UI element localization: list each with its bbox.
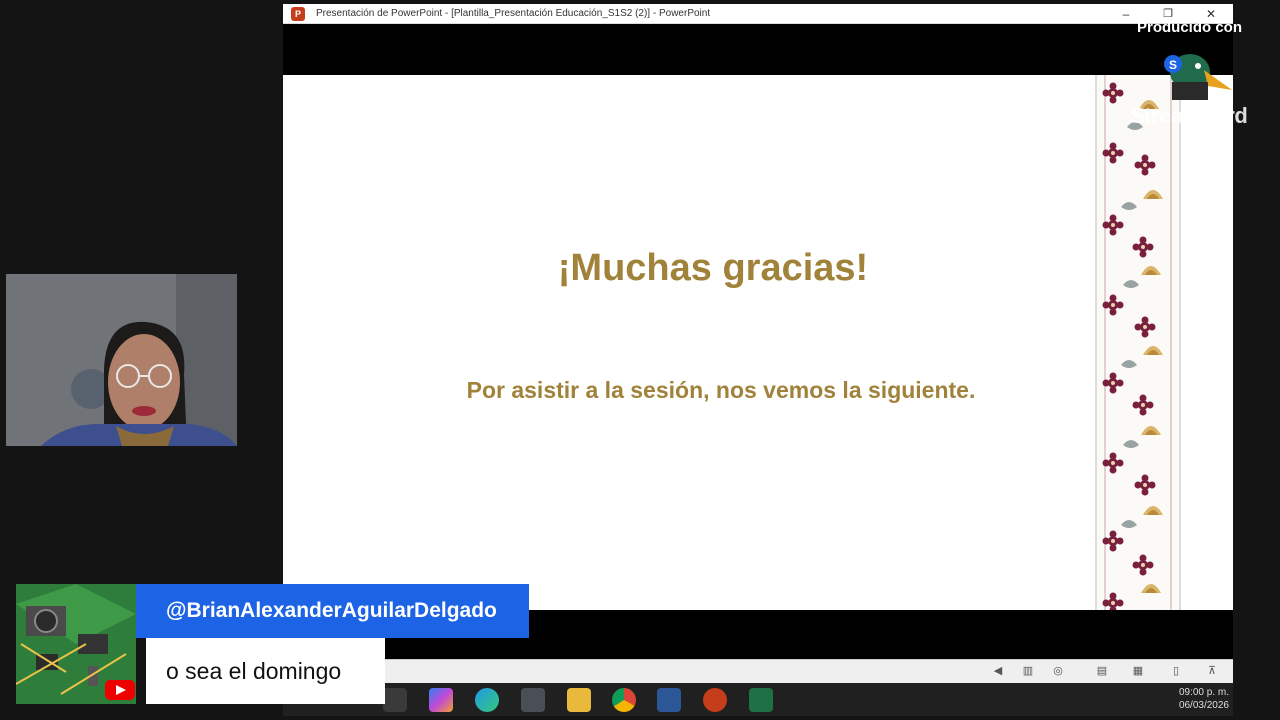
outline-view-icon[interactable]: ▤ bbox=[1095, 665, 1109, 678]
stream-canvas: P Presentación de PowerPoint - [Plantill… bbox=[0, 0, 1280, 720]
youtube-icon bbox=[105, 680, 135, 700]
decorative-floral-border bbox=[1095, 75, 1181, 610]
svg-text:S: S bbox=[1169, 58, 1177, 72]
normal-view-icon[interactable]: ▥ bbox=[1021, 665, 1035, 678]
slide-title: ¡Muchas gracias! bbox=[557, 247, 869, 289]
slideshow-icon[interactable]: ⊼ bbox=[1205, 665, 1219, 678]
edge-icon[interactable] bbox=[475, 688, 499, 712]
file-explorer-icon[interactable] bbox=[567, 688, 591, 712]
reading-mode-icon[interactable]: ▯ bbox=[1169, 665, 1183, 678]
powerpoint-status-bar: ◀ ▥ ◎ ▤ ▦ ▯ ⊼ bbox=[283, 659, 1233, 683]
copilot-icon[interactable] bbox=[429, 688, 453, 712]
clock-date: 06/03/2026 bbox=[1178, 700, 1229, 711]
slide-sorter-icon[interactable]: ▦ bbox=[1131, 665, 1145, 678]
excel-icon[interactable] bbox=[749, 688, 773, 712]
powerpoint-taskbar-icon[interactable] bbox=[703, 688, 727, 712]
window-titlebar: P Presentación de PowerPoint - [Plantill… bbox=[283, 4, 1233, 24]
reading-view-icon[interactable]: ◎ bbox=[1051, 665, 1065, 678]
clock-time: 09:00 p. m. bbox=[1178, 687, 1229, 698]
presenter-video-frame bbox=[6, 274, 237, 446]
watermark-produced-by: Producido con bbox=[1137, 19, 1242, 36]
comment-message: o sea el domingo bbox=[146, 638, 385, 704]
powerpoint-app-icon: P bbox=[291, 7, 305, 21]
slide-nav-icon[interactable]: ◀ bbox=[991, 665, 1005, 678]
window-title: Presentación de PowerPoint - [Plantilla_… bbox=[316, 8, 711, 19]
watermark-brand: StreamYard bbox=[1130, 103, 1248, 128]
comment-author-name: @BrianAlexanderAguilarDelgado bbox=[136, 584, 529, 638]
minimize-button[interactable]: – bbox=[1112, 5, 1140, 23]
taskbar-clock[interactable]: 09:00 p. m. 06/03/2026 bbox=[1159, 686, 1229, 712]
slide-subtitle: Por asistir a la sesión, nos vemos la si… bbox=[466, 377, 976, 403]
commenter-avatar bbox=[16, 584, 136, 704]
presentation-slide[interactable]: ¡Muchas gracias! Por asistir a la sesión… bbox=[283, 75, 1233, 610]
task-view-icon[interactable] bbox=[383, 688, 407, 712]
word-icon[interactable] bbox=[657, 688, 681, 712]
floral-pattern-svg bbox=[1102, 75, 1172, 610]
presenter-webcam bbox=[6, 274, 237, 446]
calculator-icon[interactable] bbox=[521, 688, 545, 712]
chrome-icon[interactable] bbox=[612, 688, 636, 712]
windows-taskbar: 09:00 p. m. 06/03/2026 bbox=[283, 683, 1233, 716]
